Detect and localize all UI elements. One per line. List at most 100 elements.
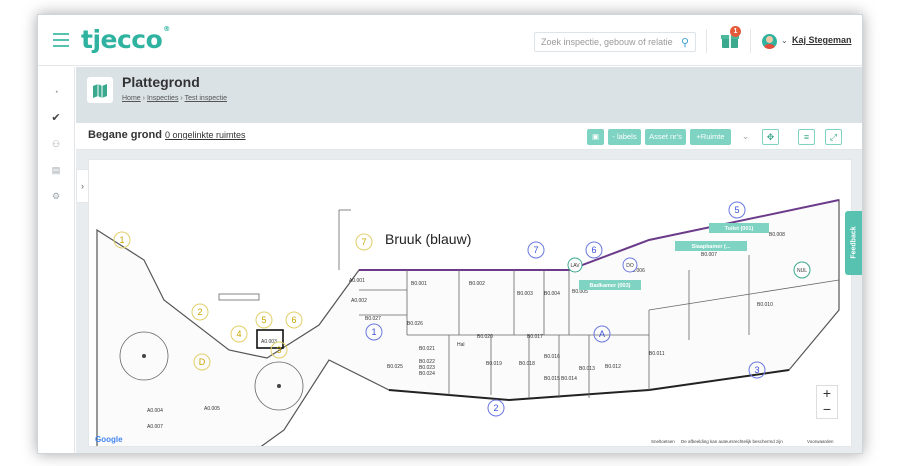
floor-title: Begane grond 0 ongelinkte ruimtes [88, 129, 246, 141]
room-label: A0.002 [351, 298, 367, 304]
floor-plan-map[interactable]: A0.001 A0.002 A0.003 A0.004 A0.005 A0.00… [88, 159, 852, 447]
room-label: B0.007 [701, 252, 717, 258]
breadcrumb-home[interactable]: Home [122, 95, 141, 102]
room-label: B0.004 [544, 291, 560, 297]
sidebar: ◔ ✔ ⚇ ▤ ⚙ ↻ [38, 67, 75, 453]
floor-name: Begane grond [88, 129, 162, 141]
room-label: B0.012 [605, 364, 621, 370]
floor-plan-svg[interactable]: A0.001 A0.002 A0.003 A0.004 A0.005 A0.00… [89, 160, 852, 447]
breadcrumb-inspecties[interactable]: Inspecties [147, 95, 179, 102]
panel-expander[interactable]: › [76, 169, 89, 203]
room-label: B0.010 [757, 302, 773, 308]
search-placeholder: Zoek inspectie, gebouw of relatie [541, 37, 673, 47]
divider [706, 29, 707, 53]
zoom-out-button[interactable]: − [817, 402, 837, 418]
room-label: B0.003 [517, 291, 533, 297]
svg-text:Badkamer (003): Badkamer (003) [590, 283, 631, 289]
svg-text:5: 5 [734, 205, 739, 215]
svg-text:De afbeelding kan auteursrecht: De afbeelding kan auteursrechtelijk besc… [681, 439, 783, 444]
logo[interactable]: tjecco® [81, 25, 170, 54]
room-label: Hal [457, 342, 465, 348]
svg-text:A: A [599, 329, 605, 339]
asset-numbers-button[interactable]: Asset nr's [645, 129, 686, 145]
move-icon[interactable]: ✥ [762, 129, 779, 145]
room-label: B0.008 [769, 232, 785, 238]
svg-text:Sneltoetsen: Sneltoetsen [651, 439, 675, 444]
room-label: B0.020 [477, 334, 493, 340]
room-label: B0.016 [544, 354, 560, 360]
fullscreen-icon[interactable]: ⤢ [825, 129, 842, 145]
svg-text:D: D [199, 357, 206, 367]
search-icon[interactable]: ⚲ [681, 36, 689, 49]
zoom-controls: + − [816, 385, 838, 419]
svg-text:Voorwaarden: Voorwaarden [807, 439, 834, 444]
map-annotation: Bruuk (blauw) [385, 231, 471, 247]
room-label: B0.019 [486, 361, 502, 367]
chevron-down-icon[interactable]: ⌄ [737, 129, 754, 145]
room-label: B0.018 [519, 361, 535, 367]
svg-text:3: 3 [276, 345, 281, 355]
breadcrumb: Home › Inspecties › Test inspectie [122, 95, 227, 102]
notification-badge: 1 [730, 26, 741, 37]
zoom-in-button[interactable]: + [817, 386, 837, 402]
labels-button[interactable]: - labels [608, 129, 641, 145]
map-icon [87, 77, 113, 103]
chevron-down-icon[interactable]: ⌄ [781, 36, 788, 45]
breadcrumb-test-inspectie[interactable]: Test inspectie [185, 95, 227, 102]
svg-text:7: 7 [533, 245, 538, 255]
users-icon[interactable]: ⚇ [49, 137, 63, 151]
google-logo: Google [95, 435, 123, 444]
check-icon[interactable]: ✔ [49, 111, 63, 125]
top-bar: tjecco® Zoek inspectie, gebouw of relati… [38, 15, 862, 66]
app-window: tjecco® Zoek inspectie, gebouw of relati… [37, 14, 863, 454]
svg-text:6: 6 [591, 245, 596, 255]
user-name-link[interactable]: Kaj Stegeman [792, 35, 852, 45]
room-label: B0.027 [365, 316, 381, 322]
map-footer: Sneltoetsen De afbeelding kan auteursrec… [651, 439, 834, 444]
svg-text:LAV: LAV [570, 263, 580, 269]
room-label: B0.017 [527, 334, 543, 340]
room-label: B0.026 [407, 321, 423, 327]
svg-text:4: 4 [236, 329, 241, 339]
svg-text:3: 3 [754, 365, 759, 375]
svg-text:6: 6 [291, 315, 296, 325]
unlinked-rooms-link[interactable]: 0 ongelinkte ruimtes [165, 130, 246, 140]
breadcrumb-separator: › [142, 95, 145, 102]
page-header: Plattegrond Home › Inspecties › Test ins… [76, 67, 862, 123]
page-title: Plattegrond [122, 74, 200, 90]
svg-text:Slaapkamer (...: Slaapkamer (... [692, 244, 731, 250]
room-label: B0.024 [419, 371, 435, 377]
search-input[interactable]: Zoek inspectie, gebouw of relatie ⚲ [534, 32, 696, 52]
svg-text:5: 5 [261, 315, 266, 325]
room-label: B0.011 [649, 351, 665, 357]
svg-text:Toilet (001): Toilet (001) [725, 226, 754, 232]
room-label: A0.005 [204, 406, 220, 412]
feedback-tab[interactable]: Feedback [845, 211, 862, 275]
divider [750, 29, 751, 53]
menu-icon[interactable] [53, 33, 69, 47]
room-label: A0.001 [349, 278, 365, 284]
svg-text:NUL: NUL [797, 268, 807, 274]
dashboard-icon[interactable]: ◔ [49, 85, 63, 99]
svg-text:2: 2 [197, 307, 202, 317]
settings-icon[interactable]: ⚙ [49, 189, 63, 203]
svg-text:1: 1 [119, 235, 124, 245]
room-label: B0.013 [579, 366, 595, 372]
copy-button[interactable]: ▣ [587, 129, 604, 145]
room-label: B0.014 [561, 376, 577, 382]
main-content: Plattegrond Home › Inspecties › Test ins… [76, 67, 862, 453]
avatar[interactable] [762, 34, 777, 49]
list-icon[interactable]: ≡ [798, 129, 815, 145]
room-label: B0.001 [411, 281, 427, 287]
room-label: A0.003 [261, 339, 277, 345]
room-label: B0.015 [544, 376, 560, 382]
svg-text:1: 1 [371, 327, 376, 337]
room-label: B0.021 [419, 346, 435, 352]
svg-text:DO: DO [626, 263, 634, 269]
room-label: B0.025 [387, 364, 403, 370]
room-label: B0.002 [469, 281, 485, 287]
svg-text:2: 2 [493, 403, 498, 413]
room-label: A0.004 [147, 408, 163, 414]
building-icon[interactable]: ▤ [49, 163, 63, 177]
add-room-button[interactable]: +Ruimte [690, 129, 731, 145]
